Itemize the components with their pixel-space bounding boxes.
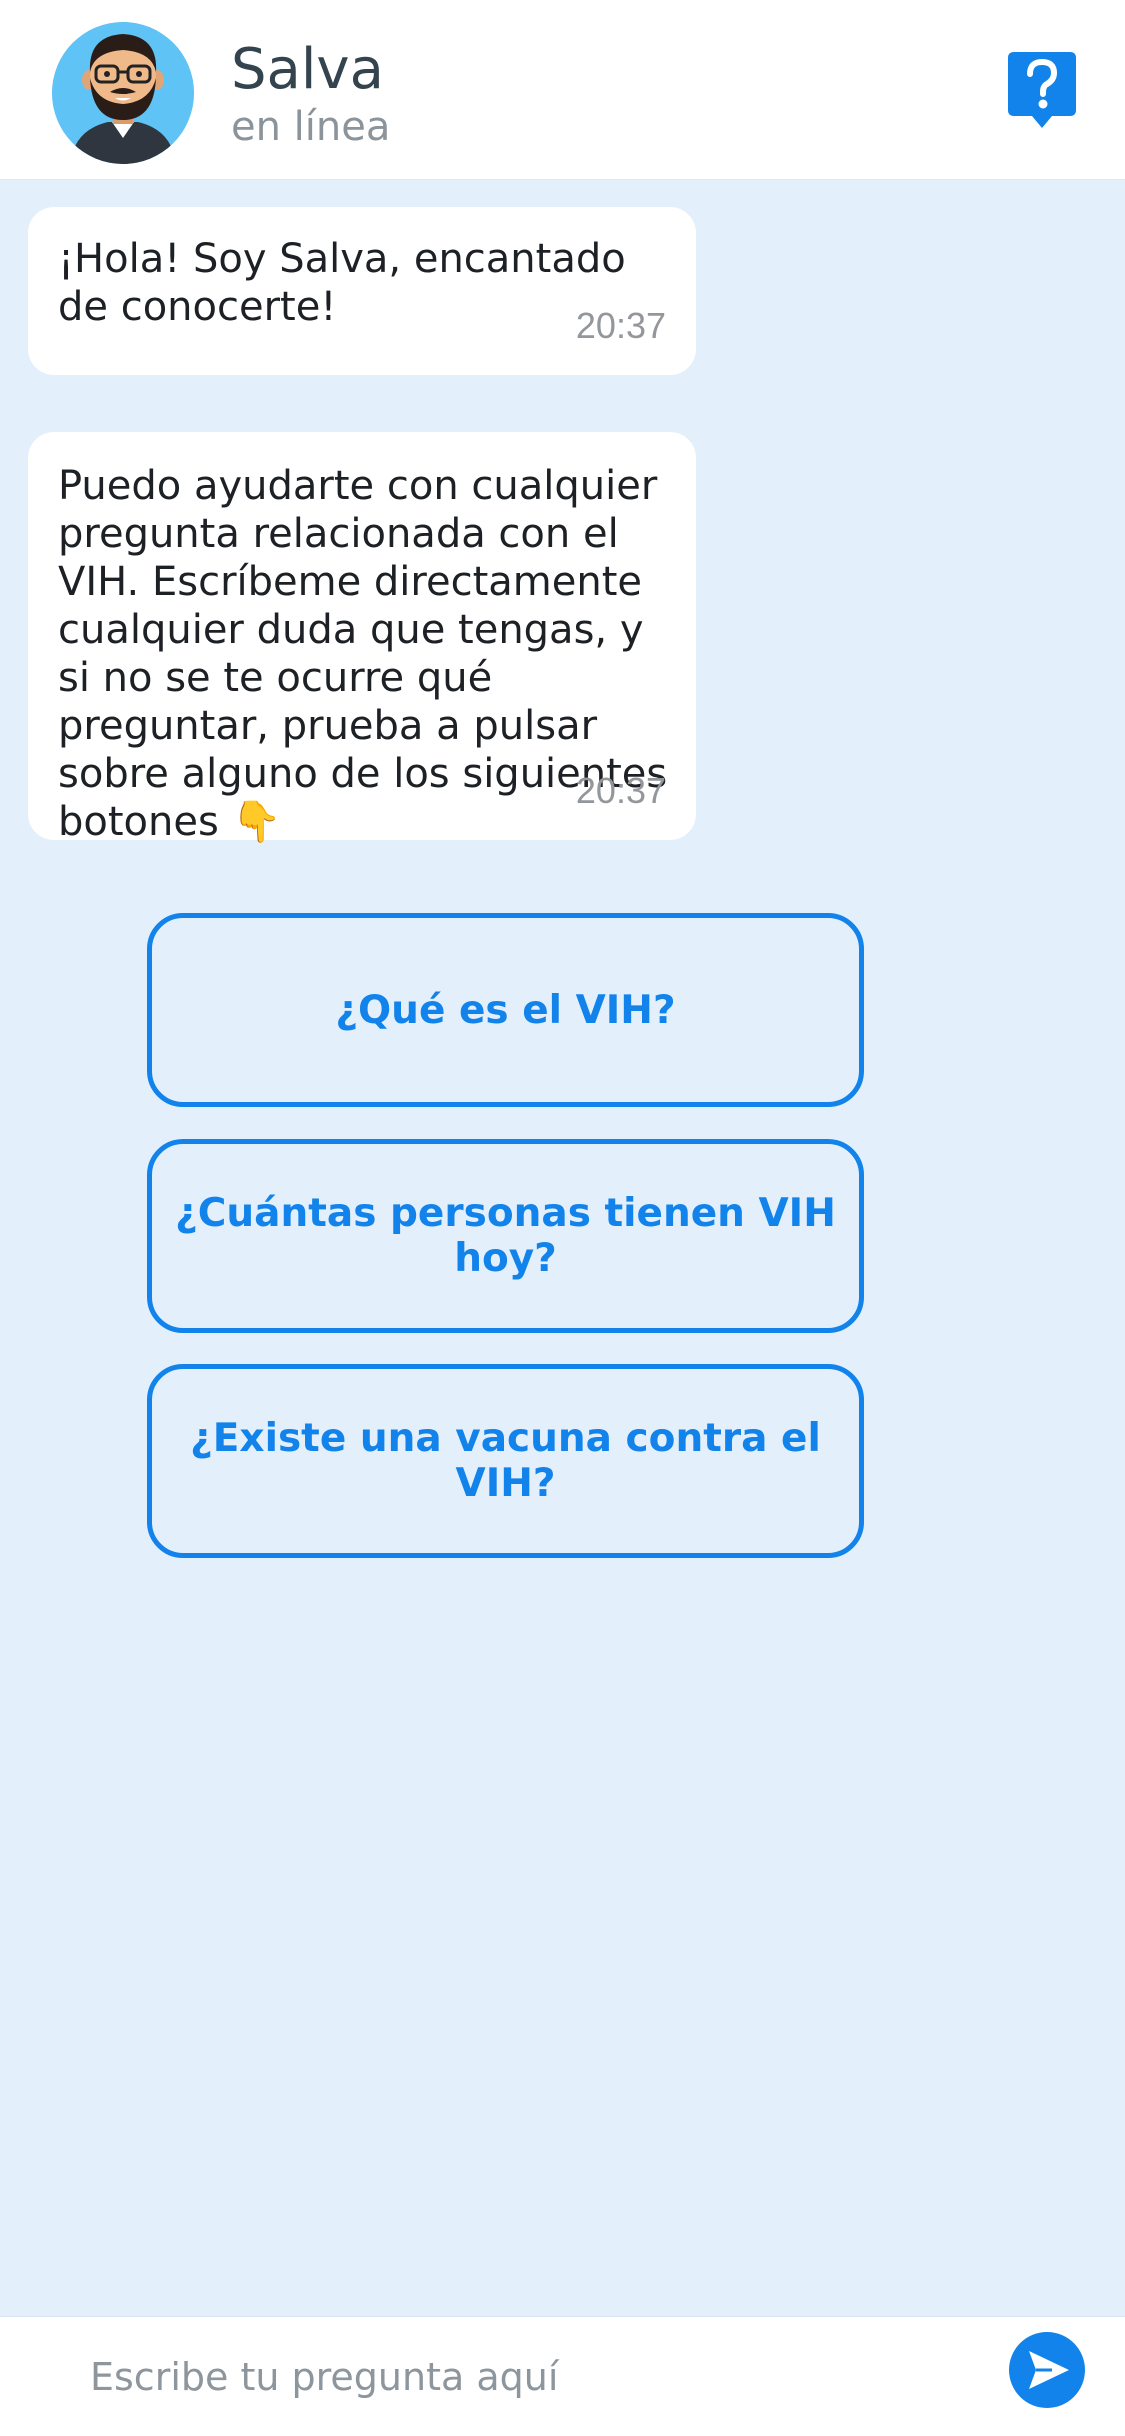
message-bubble: Puedo ayudarte con cualquier pregunta re…: [28, 432, 696, 845]
message-composer: [0, 2316, 1125, 2436]
chat-header: Salva en línea: [0, 0, 1125, 180]
send-icon: [1029, 2351, 1069, 2389]
question-bubble-icon: [1008, 52, 1076, 128]
message-input[interactable]: [60, 2339, 960, 2415]
chat-screen: Salva en línea ¡Hola! Soy Salva, encanta…: [0, 0, 1125, 2436]
help-button[interactable]: [1008, 52, 1076, 128]
quick-reply-button[interactable]: ¿Cuántas personas tienen VIH hoy?: [147, 1139, 864, 1333]
pointing-down-emoji: 👇: [231, 799, 282, 845]
avatar-icon: [52, 22, 194, 164]
contact-status: en línea: [231, 104, 391, 150]
quick-reply-button[interactable]: ¿Qué es el VIH?: [147, 913, 864, 1107]
contact-name: Salva: [231, 37, 384, 102]
message-bubble: ¡Hola! Soy Salva, encantado de conocerte…: [28, 207, 696, 375]
send-button[interactable]: [1009, 2332, 1085, 2408]
message-time: 20:37: [575, 770, 666, 811]
message-time: 20:37: [575, 305, 666, 346]
avatar: [52, 22, 194, 164]
quick-reply-button[interactable]: ¿Existe una vacuna contra el VIH?: [147, 1364, 864, 1558]
